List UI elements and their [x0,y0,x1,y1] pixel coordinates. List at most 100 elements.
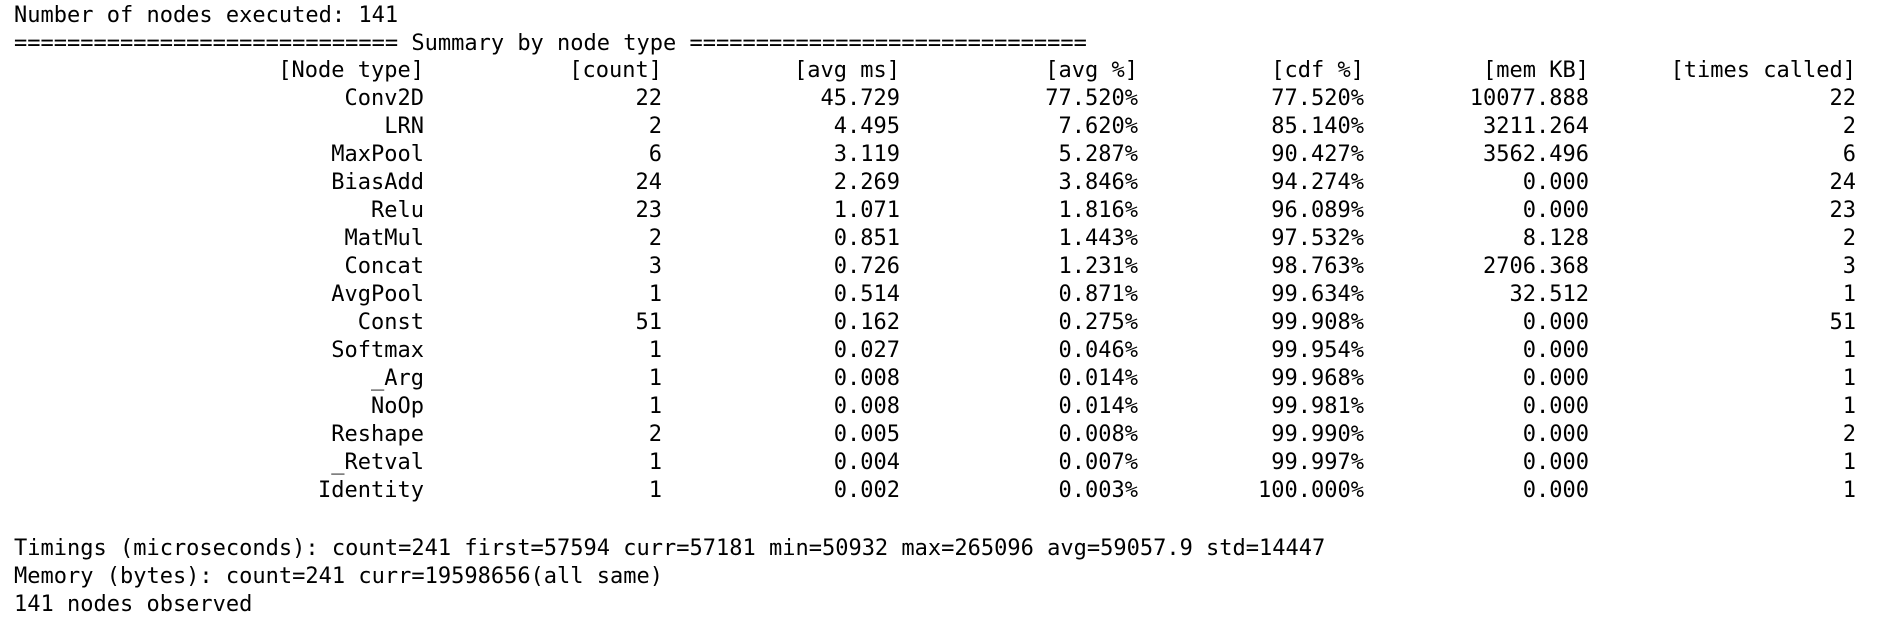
cell-times-called: 1 [1842,338,1856,363]
cell-mem-kb: 32.512 [1509,282,1589,307]
nodes-executed-line: Number of nodes executed: 141 [14,3,399,28]
cell-times-called: 24 [1829,170,1857,195]
cell-avg-pct: 7.620% [1058,114,1138,139]
cell-count: 6 [648,142,662,167]
cell-avg-ms: 0.008 [833,366,900,391]
cell-count: 1 [648,394,662,419]
cell-avg-ms: 0.726 [833,254,900,279]
table-row: _Arg 1 0.008 0.014% 99.968% 0.000 1 [14,365,1890,393]
cell-cdf-pct: 77.520% [1271,86,1364,111]
cell-times-called: 1 [1842,394,1856,419]
cell-node-type: LRN [384,114,424,139]
cell-times-called: 51 [1829,310,1857,335]
cell-count: 23 [635,198,663,223]
cell-avg-ms: 0.162 [833,310,900,335]
cell-avg-ms: 0.005 [833,422,900,447]
cell-node-type: Conv2D [344,86,424,111]
table-row: Reshape 2 0.005 0.008% 99.990% 0.000 2 [14,421,1890,449]
table-row: Concat 3 0.726 1.231% 98.763% 2706.368 3 [14,253,1890,281]
cell-times-called: 1 [1842,450,1856,475]
cell-times-called: 1 [1842,478,1856,503]
cell-node-type: _Retval [331,450,424,475]
cell-avg-ms: 0.514 [833,282,900,307]
cell-cdf-pct: 99.634% [1271,282,1364,307]
cell-mem-kb: 0.000 [1522,170,1589,195]
table-row: _Retval 1 0.004 0.007% 99.997% 0.000 1 [14,449,1890,477]
cell-mem-kb: 10077.888 [1469,86,1589,111]
cell-count: 1 [648,338,662,363]
table-row: Const 51 0.162 0.275% 99.908% 0.000 51 [14,309,1890,337]
cell-count: 22 [635,86,663,111]
cell-times-called: 23 [1829,198,1857,223]
cell-mem-kb: 3211.264 [1483,114,1589,139]
cell-node-type: Reshape [331,422,424,447]
table-row: BiasAdd 24 2.269 3.846% 94.274% 0.000 24 [14,169,1890,197]
cell-mem-kb: 0.000 [1522,450,1589,475]
cell-times-called: 3 [1842,254,1856,279]
cell-avg-ms: 0.027 [833,338,900,363]
cell-times-called: 22 [1829,86,1857,111]
cell-cdf-pct: 98.763% [1271,254,1364,279]
cell-mem-kb: 0.000 [1522,422,1589,447]
cell-times-called: 2 [1842,422,1856,447]
cell-avg-pct: 3.846% [1058,170,1138,195]
cell-avg-ms: 0.851 [833,226,900,251]
summary-table: Conv2D 22 45.729 77.520% 77.520% 10077.888 22 L… [14,85,1890,505]
cell-count: 1 [648,366,662,391]
cell-avg-pct: 1.816% [1058,198,1138,223]
cell-cdf-pct: 99.968% [1271,366,1364,391]
column-header-node-type: [Node type] [278,58,424,83]
cell-mem-kb: 0.000 [1522,338,1589,363]
column-header-mem-kb: [mem KB] [1483,58,1589,83]
column-header-row: [Node type] [count] [avg ms] [avg %] [cd… [14,57,1890,85]
cell-avg-ms: 45.729 [820,86,900,111]
cell-cdf-pct: 99.990% [1271,422,1364,447]
cell-node-type: Softmax [331,338,424,363]
cell-node-type: MatMul [344,226,424,251]
cell-mem-kb: 0.000 [1522,478,1589,503]
cell-avg-pct: 0.008% [1058,422,1138,447]
cell-count: 2 [648,422,662,447]
cell-times-called: 2 [1842,114,1856,139]
cell-cdf-pct: 99.954% [1271,338,1364,363]
cell-count: 2 [648,114,662,139]
table-row: LRN 2 4.495 7.620% 85.140% 3211.264 2 [14,113,1890,141]
cell-avg-pct: 0.046% [1058,338,1138,363]
terminal-output: Number of nodes executed: 141 ==========… [14,0,1874,620]
table-row: AvgPool 1 0.514 0.871% 99.634% 32.512 1 [14,281,1890,309]
cell-cdf-pct: 94.274% [1271,170,1364,195]
cell-avg-pct: 0.007% [1058,450,1138,475]
cell-mem-kb: 0.000 [1522,394,1589,419]
summary-separator-line: ============================= Summary by… [14,31,1087,56]
table-row: MatMul 2 0.851 1.443% 97.532% 8.128 2 [14,225,1890,253]
cell-cdf-pct: 96.089% [1271,198,1364,223]
column-header-cdf-pct: [cdf %] [1271,58,1364,83]
cell-count: 3 [648,254,662,279]
cell-cdf-pct: 100.000% [1258,478,1364,503]
cell-avg-pct: 0.871% [1058,282,1138,307]
cell-node-type: NoOp [371,394,424,419]
cell-avg-pct: 0.003% [1058,478,1138,503]
cell-times-called: 2 [1842,226,1856,251]
table-row: Relu 23 1.071 1.816% 96.089% 0.000 23 [14,197,1890,225]
cell-avg-ms: 1.071 [833,198,900,223]
cell-mem-kb: 0.000 [1522,198,1589,223]
cell-times-called: 1 [1842,366,1856,391]
column-header-count: [count] [569,58,662,83]
cell-cdf-pct: 99.908% [1271,310,1364,335]
cell-avg-pct: 1.443% [1058,226,1138,251]
cell-mem-kb: 0.000 [1522,366,1589,391]
cell-avg-ms: 0.008 [833,394,900,419]
cell-avg-ms: 4.495 [833,114,900,139]
cell-count: 1 [648,282,662,307]
cell-mem-kb: 8.128 [1522,226,1589,251]
cell-count: 1 [648,478,662,503]
memory-line: Memory (bytes): count=241 curr=19598656(… [14,564,664,589]
cell-node-type: Relu [371,198,424,223]
cell-node-type: Concat [344,254,424,279]
column-header-avg-pct: [avg %] [1045,58,1138,83]
cell-avg-pct: 5.287% [1058,142,1138,167]
cell-node-type: MaxPool [331,142,424,167]
table-row: Identity 1 0.002 0.003% 100.000% 0.000 1 [14,477,1890,505]
cell-mem-kb: 0.000 [1522,310,1589,335]
